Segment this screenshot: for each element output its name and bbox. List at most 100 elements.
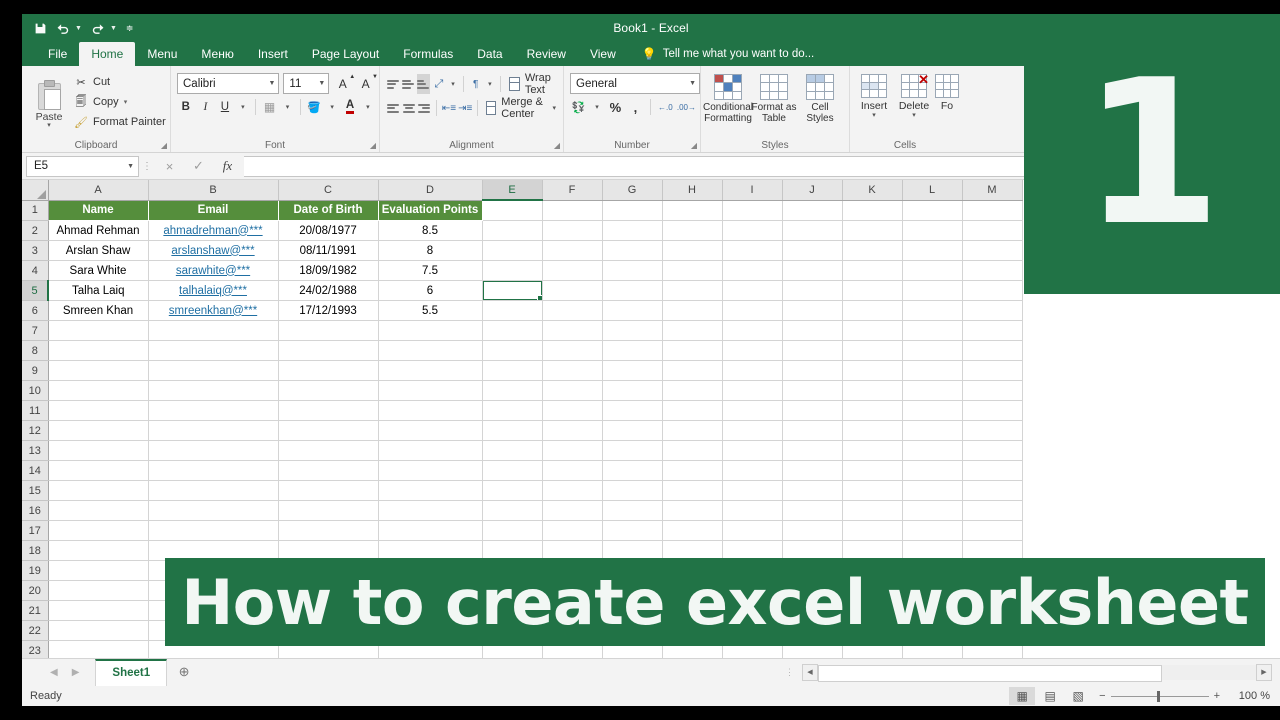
cell-B17[interactable] bbox=[148, 520, 279, 541]
cell-C2[interactable]: 20/08/1977 bbox=[278, 220, 379, 241]
cell-A7[interactable] bbox=[48, 320, 149, 341]
cell-I5[interactable] bbox=[722, 280, 783, 301]
cell-I4[interactable] bbox=[722, 260, 783, 281]
cell-A2[interactable]: Ahmad Rehman bbox=[48, 220, 149, 241]
column-header-J[interactable]: J bbox=[782, 180, 843, 201]
cell-E6[interactable] bbox=[482, 300, 543, 321]
cell-C17[interactable] bbox=[278, 520, 379, 541]
cell-J13[interactable] bbox=[782, 440, 843, 461]
cell-M11[interactable] bbox=[962, 400, 1023, 421]
cell-E11[interactable] bbox=[482, 400, 543, 421]
cell-A20[interactable] bbox=[48, 580, 149, 601]
cell-E5[interactable] bbox=[482, 280, 543, 301]
cell-I2[interactable] bbox=[722, 220, 783, 241]
column-header-C[interactable]: C bbox=[278, 180, 379, 201]
cell-D10[interactable] bbox=[378, 380, 483, 401]
cell-H3[interactable] bbox=[662, 240, 723, 261]
number-dialog-launcher-icon[interactable]: ◢ bbox=[691, 141, 697, 150]
italic-button[interactable]: I bbox=[197, 97, 215, 117]
cell-M12[interactable] bbox=[962, 420, 1023, 441]
number-format-combo[interactable]: General ▼ bbox=[570, 73, 700, 94]
cell-K16[interactable] bbox=[842, 500, 903, 521]
cell-M15[interactable] bbox=[962, 480, 1023, 501]
cell-K13[interactable] bbox=[842, 440, 903, 461]
column-header-A[interactable]: A bbox=[48, 180, 149, 201]
cell-E8[interactable] bbox=[482, 340, 543, 361]
zoom-out-button[interactable]: − bbox=[1099, 690, 1105, 702]
row-header-18[interactable]: 18 bbox=[22, 540, 49, 561]
cell-A18[interactable] bbox=[48, 540, 149, 561]
cell-A6[interactable]: Smreen Khan bbox=[48, 300, 149, 321]
cell-G17[interactable] bbox=[602, 520, 663, 541]
cell-F11[interactable] bbox=[542, 400, 603, 421]
cell-G1[interactable] bbox=[602, 200, 663, 221]
cell-F9[interactable] bbox=[542, 360, 603, 381]
row-header-10[interactable]: 10 bbox=[22, 380, 49, 401]
row-header-17[interactable]: 17 bbox=[22, 520, 49, 541]
cell-C9[interactable] bbox=[278, 360, 379, 381]
cell-B11[interactable] bbox=[148, 400, 279, 421]
column-header-D[interactable]: D bbox=[378, 180, 483, 201]
cell-J8[interactable] bbox=[782, 340, 843, 361]
tab-menu[interactable]: Menu bbox=[135, 42, 189, 66]
cell-D9[interactable] bbox=[378, 360, 483, 381]
percent-style-button[interactable]: % bbox=[607, 97, 624, 117]
delete-caret-icon[interactable]: ▾ bbox=[912, 112, 916, 119]
cell-G5[interactable] bbox=[602, 280, 663, 301]
cell-A9[interactable] bbox=[48, 360, 149, 381]
paste-button[interactable]: Paste ▾ bbox=[26, 76, 72, 129]
tab-insert[interactable]: Insert bbox=[246, 42, 300, 66]
orientation-caret-icon[interactable]: ▾ bbox=[448, 74, 459, 94]
zoom-thumb[interactable] bbox=[1156, 690, 1160, 702]
cell-H8[interactable] bbox=[662, 340, 723, 361]
cell-E13[interactable] bbox=[482, 440, 543, 461]
cell-D2[interactable]: 8.5 bbox=[378, 220, 483, 241]
cell-A8[interactable] bbox=[48, 340, 149, 361]
horizontal-scroll-track[interactable] bbox=[818, 664, 1256, 682]
cell-H10[interactable] bbox=[662, 380, 723, 401]
wrap-text-button[interactable]: Wrap Text bbox=[506, 72, 559, 96]
tab-file[interactable]: File bbox=[36, 42, 79, 66]
cell-L1[interactable] bbox=[902, 200, 963, 221]
cell-K4[interactable] bbox=[842, 260, 903, 281]
cell-M17[interactable] bbox=[962, 520, 1023, 541]
cell-L11[interactable] bbox=[902, 400, 963, 421]
cell-A10[interactable] bbox=[48, 380, 149, 401]
merge-and-center-button[interactable]: Merge & Center ▾ bbox=[483, 96, 559, 120]
bold-button[interactable]: B bbox=[177, 97, 195, 117]
cell-D4[interactable]: 7.5 bbox=[378, 260, 483, 281]
cell-A1[interactable]: Name bbox=[48, 200, 149, 221]
column-header-L[interactable]: L bbox=[902, 180, 963, 201]
format-painter-button[interactable]: 🖌 Format Painter bbox=[74, 114, 166, 131]
cell-B2[interactable]: ahmadrehman@*** bbox=[148, 220, 279, 241]
cell-B1[interactable]: Email bbox=[148, 200, 279, 221]
cell-C10[interactable] bbox=[278, 380, 379, 401]
name-box[interactable]: E5 ▼ bbox=[26, 155, 139, 177]
cell-I11[interactable] bbox=[722, 400, 783, 421]
cell-G9[interactable] bbox=[602, 360, 663, 381]
cell-A23[interactable] bbox=[48, 640, 149, 658]
column-header-K[interactable]: K bbox=[842, 180, 903, 201]
cell-C12[interactable] bbox=[278, 420, 379, 441]
cell-M8[interactable] bbox=[962, 340, 1023, 361]
cell-D5[interactable]: 6 bbox=[378, 280, 483, 301]
scroll-left-button[interactable]: ◀ bbox=[802, 663, 818, 681]
cell-E15[interactable] bbox=[482, 480, 543, 501]
cell-B4[interactable]: sarawhite@*** bbox=[148, 260, 279, 281]
cell-K17[interactable] bbox=[842, 520, 903, 541]
row-header-5[interactable]: 5 bbox=[22, 280, 49, 301]
comma-style-button[interactable]: , bbox=[627, 97, 644, 117]
font-color-caret-icon[interactable]: ▾ bbox=[361, 97, 375, 117]
cell-D17[interactable] bbox=[378, 520, 483, 541]
add-sheet-button[interactable]: ⊕ bbox=[167, 664, 201, 680]
tab-page-layout[interactable]: Page Layout bbox=[300, 42, 391, 66]
cell-F12[interactable] bbox=[542, 420, 603, 441]
cell-A17[interactable] bbox=[48, 520, 149, 541]
cell-L2[interactable] bbox=[902, 220, 963, 241]
cell-D6[interactable]: 5.5 bbox=[378, 300, 483, 321]
cell-H17[interactable] bbox=[662, 520, 723, 541]
conditional-formatting-button[interactable]: Conditional Formatting bbox=[703, 69, 753, 124]
cell-A5[interactable]: Talha Laiq bbox=[48, 280, 149, 301]
next-sheet-button[interactable]: ▶ bbox=[72, 667, 80, 678]
cell-J2[interactable] bbox=[782, 220, 843, 241]
